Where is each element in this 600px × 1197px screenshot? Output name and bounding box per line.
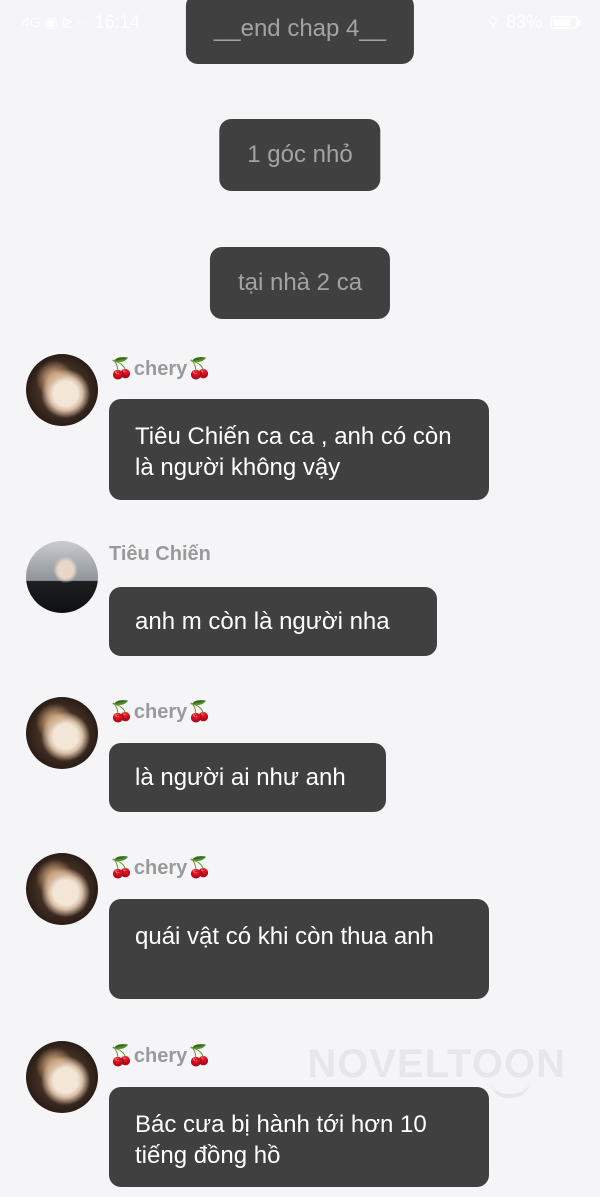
fluffy-cat-avatar[interactable] xyxy=(26,1041,98,1113)
narration-bubble: tại nhà 2 ca xyxy=(209,247,391,319)
message-bubble: Bác cưa bị hành tới hơn 10 tiếng đồng hồ xyxy=(109,1087,489,1187)
fluffy-cat-avatar[interactable] xyxy=(26,697,98,769)
message-bubble: là người ai như anh xyxy=(109,743,386,812)
message-bubble: quái vật có khi còn thua anh xyxy=(109,899,489,999)
man-portrait-avatar[interactable] xyxy=(26,541,98,613)
message-bubble: Tiêu Chiến ca ca , anh có còn là người k… xyxy=(109,399,489,500)
chat-screen: 4G ▣ ⊵ ·· 16:14 ⚲ 83% __end chap 4__ 1 g… xyxy=(0,0,600,1197)
battery-percent: 83% xyxy=(505,12,542,32)
watermark-smile-icon xyxy=(490,1080,530,1098)
location-icon: ⚲ xyxy=(487,14,498,30)
message-text: anh m còn là người nha xyxy=(135,608,390,635)
sender-name: 🍒chery🍒 xyxy=(109,1045,213,1067)
fluffy-cat-avatar[interactable] xyxy=(26,853,98,925)
battery-icon xyxy=(550,16,581,29)
message-text: là người ai như anh xyxy=(135,764,346,791)
narration-text: tại nhà 2 ca xyxy=(237,269,363,296)
sender-name: 🍒chery🍒 xyxy=(109,358,213,380)
narration-bubble: 1 góc nhỏ xyxy=(219,119,381,191)
message-text: Tiêu Chiến ca ca , anh có còn là người k… xyxy=(135,423,452,481)
battery-level xyxy=(553,19,571,26)
narration-bubble: __end chap 4__ xyxy=(185,0,415,64)
message-text: Bác cưa bị hành tới hơn 10 tiếng đồng hồ xyxy=(135,1111,427,1169)
network-icons: 4G ▣ ⊵ ·· xyxy=(22,14,87,30)
sender-name: 🍒chery🍒 xyxy=(109,857,213,879)
status-time: 16:14 xyxy=(94,12,140,32)
sender-name: Tiêu Chiến xyxy=(109,543,211,565)
fluffy-cat-avatar[interactable] xyxy=(26,354,98,426)
narration-text: __end chap 4__ xyxy=(213,15,387,42)
sender-name: 🍒chery🍒 xyxy=(109,701,213,723)
narration-text: 1 góc nhỏ xyxy=(247,141,353,168)
message-text: quái vật có khi còn thua anh xyxy=(135,923,434,950)
status-left: 4G ▣ ⊵ ·· 16:14 xyxy=(22,12,140,33)
message-bubble: anh m còn là người nha xyxy=(109,587,437,656)
status-right: ⚲ 83% xyxy=(487,12,581,33)
